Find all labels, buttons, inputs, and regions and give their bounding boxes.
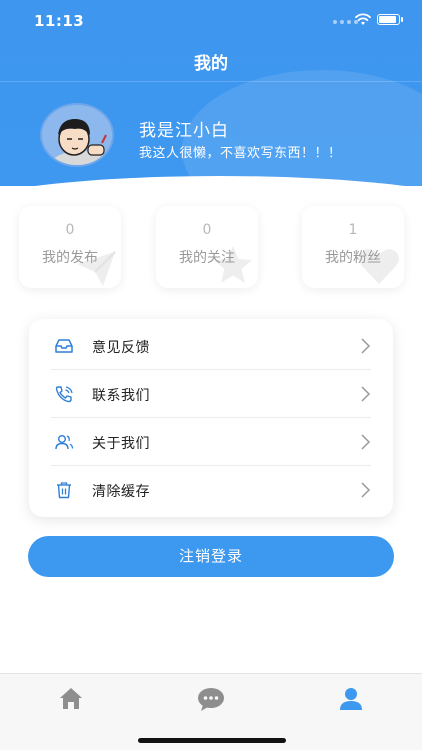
user-bio: 我这人很懒，不喜欢写东西！！！: [139, 146, 342, 161]
chevron-right-icon: [361, 386, 371, 402]
menu-item-feedback[interactable]: 意见反馈: [51, 322, 371, 370]
username: 我是江小白: [139, 121, 229, 141]
user-icon[interactable]: [336, 684, 366, 714]
chevron-right-icon: [361, 338, 371, 354]
logout-button[interactable]: 注销登录: [28, 536, 394, 577]
chevron-right-icon: [361, 482, 371, 498]
wifi-icon: [355, 13, 371, 25]
stat-count: 1: [348, 222, 358, 238]
home-icon[interactable]: [56, 684, 86, 714]
stat-card-posts[interactable]: 0 我的发布: [19, 206, 121, 288]
home-indicator: [138, 738, 286, 743]
chevron-right-icon: [361, 434, 371, 450]
menu-item-clear-cache[interactable]: 清除缓存: [51, 466, 371, 514]
stat-card-followers[interactable]: 1 我的粉丝: [302, 206, 404, 288]
avatar[interactable]: [40, 103, 114, 167]
inbox-icon: [55, 339, 73, 353]
settings-menu: 意见反馈 联系我们 关于我们 清除缓存: [29, 319, 393, 517]
stat-card-following[interactable]: 0 我的关注: [156, 206, 258, 288]
status-time: 11:13: [34, 12, 85, 30]
chat-icon[interactable]: [196, 684, 226, 714]
phone-icon: [55, 386, 73, 403]
menu-item-about[interactable]: 关于我们: [51, 418, 371, 466]
page-title: 我的: [194, 54, 228, 74]
users-icon: [55, 435, 74, 450]
stat-label: 我的粉丝: [325, 250, 381, 266]
stat-count: 0: [65, 222, 75, 238]
menu-item-label: 联系我们: [92, 388, 150, 404]
status-bar: 11:13: [0, 0, 422, 40]
stat-label: 我的发布: [42, 250, 98, 266]
trash-icon: [57, 482, 71, 499]
menu-item-label: 关于我们: [92, 436, 150, 452]
stat-label: 我的关注: [179, 250, 235, 266]
battery-icon: [377, 14, 403, 25]
menu-item-label: 意见反馈: [92, 340, 150, 356]
menu-item-label: 清除缓存: [92, 484, 150, 500]
title-divider: [0, 81, 422, 82]
stat-count: 0: [202, 222, 212, 238]
menu-item-contact[interactable]: 联系我们: [51, 370, 371, 418]
